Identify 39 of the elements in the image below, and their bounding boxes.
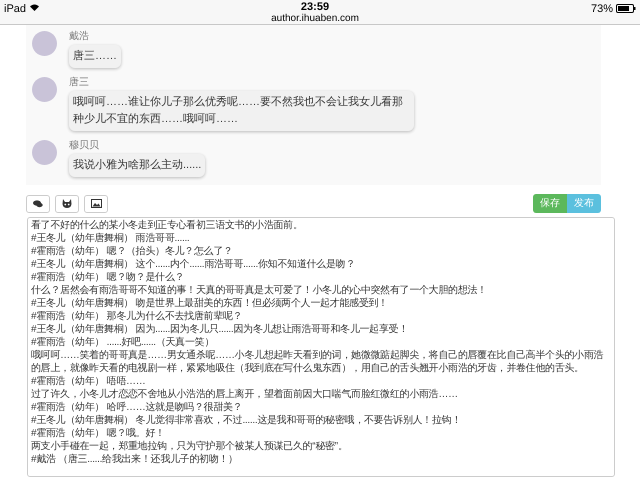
- sender-name: 穆贝贝: [69, 140, 99, 152]
- text-line: #霍雨浩（幼年） 哈呼……这就是吻吗？很甜美？: [31, 401, 244, 414]
- text-line: 哦呵呵……笑着的哥哥真是……男女通杀呢……小冬儿想起昨天看到的词，她微微踮起脚尖，将自己的唇覆在比自己高半个头的小雨浩的唇上，就像昨天看的电视剧一样，紧紧地吸住（我到底在写什么鬼东西），用自己的舌头翘开小雨浩的牙齿，并卷住他的舌头。: [31, 349, 604, 375]
- toolbar-button[interactable]: [55, 194, 79, 212]
- text-line: 什么？居然会有雨浩哥哥不知道的事！天真的哥哥真是太可爱了！小冬儿的心中突然有了一个大胆的想法！: [31, 284, 488, 297]
- text-line: #霍雨浩（幼年） 唔唔……: [31, 375, 146, 388]
- battery-percent: 73%: [590, 2, 613, 17]
- text-line: 两支小手碰在一起，郑重地拉钩，只为守护那个被某人预谋已久的“秘密”。: [31, 440, 348, 453]
- text-line: #王冬儿（幼年唐舞桐） 这个......内个......雨浩哥哥......你知不知道什么是吻？: [31, 258, 356, 271]
- text-line: #霍雨浩（幼年） 嗯？（抬头）冬儿？怎么了？: [31, 245, 234, 258]
- sender-name: 唐三: [69, 77, 89, 89]
- text-line: #王冬儿（幼年唐舞桐） 雨浩哥哥......: [31, 232, 190, 245]
- message-bubble: 唐三……: [69, 45, 121, 68]
- text-line: 过了许久，小冬儿才恋恋不舍地从小浩浩的唇上离开，望着面前因大口喘气而脸红微红的小雨浩……: [31, 388, 459, 401]
- save-button[interactable]: 保存: [533, 194, 567, 213]
- text-line: #王冬儿（幼年唐舞桐） 冬儿觉得非常喜欢，不过......这是我和哥哥的秘密哦，不要告诉别人！拉钩！: [31, 414, 462, 427]
- text-editor-field[interactable]: [27, 217, 615, 477]
- device-name: iPad: [4, 2, 26, 17]
- text-line: #戴浩 （唐三......给我出来！还我儿子的初吻！）: [31, 453, 239, 466]
- text-line: 看了不好的什么的某小冬走到正专心看初三语文书的小浩面前。: [31, 219, 304, 232]
- text-line: #霍雨浩（幼年） 嗯？哦。好！: [31, 427, 166, 440]
- toolbar-button[interactable]: [84, 194, 108, 212]
- image-icon: [90, 199, 102, 208]
- text-line: #王冬儿（幼年唐舞桐） 因为......因为冬儿只......因为冬儿想让雨浩哥哥和冬儿一起享受！: [31, 323, 409, 336]
- message-bubble: 哦呵呵……谁让你儿子那么优秀呢……要不然我也不会让我女儿看那种少儿不宜的东西……哦呵呵……: [69, 91, 414, 131]
- text-line: #霍雨浩（幼年） ......好吧......（天真一笑）: [31, 336, 215, 349]
- toolbar-button[interactable]: [26, 194, 50, 212]
- publish-button[interactable]: 发布: [567, 194, 601, 213]
- cat-face-icon: [62, 199, 72, 208]
- chat-bubbles-icon: [33, 200, 43, 208]
- battery-icon: [616, 4, 636, 13]
- text-line: #霍雨浩（幼年） 嗯？吻？是什么？: [31, 271, 186, 284]
- wifi-icon: [30, 4, 40, 11]
- text-line: #王冬儿（幼年唐舞桐） 吻是世界上最甜美的东西！但必须两个人一起才能感受到！: [31, 297, 389, 310]
- message-bubble: 我说小雅为啥那么主动......: [69, 154, 206, 177]
- clock-time: 23:59: [300, 0, 330, 14]
- sender-name: 戴浩: [69, 31, 89, 43]
- text-line: #霍雨浩（幼年） 那冬儿为什么不去找唐前辈呢？: [31, 310, 244, 323]
- url-text[interactable]: author.ihuaben.com: [271, 14, 359, 24]
